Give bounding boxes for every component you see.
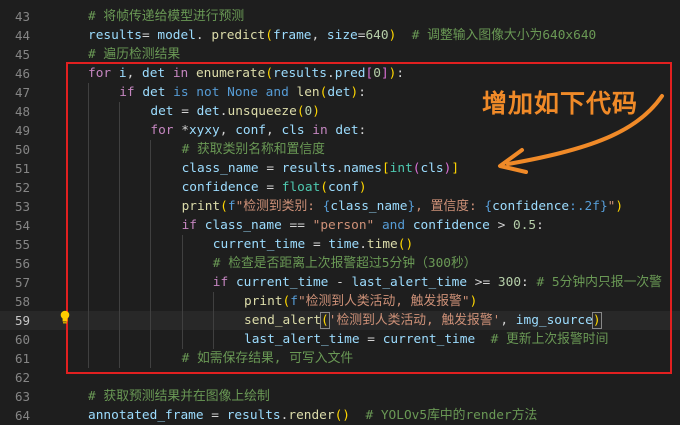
code-token: , bbox=[311, 28, 327, 43]
code-line[interactable]: 44 results= model. predict(frame, size=64… bbox=[0, 26, 680, 45]
code-text[interactable]: # 获取预测结果并在图像上绘制 bbox=[88, 387, 270, 406]
line-number: 46 bbox=[14, 66, 30, 81]
code-token: () bbox=[334, 408, 351, 423]
lightbulb-icon[interactable] bbox=[59, 310, 71, 324]
code-line[interactable]: 64 annotated_frame = results.render() # Y… bbox=[0, 406, 680, 425]
code-token: model bbox=[149, 28, 196, 43]
code-token: = bbox=[141, 28, 150, 43]
code-token: size bbox=[326, 28, 358, 43]
code-token: . bbox=[195, 28, 212, 43]
line-number: 43 bbox=[14, 9, 30, 24]
line-number: 60 bbox=[14, 332, 30, 347]
code-line[interactable]: 43 # 将帧传递给模型进行预测 bbox=[0, 7, 680, 26]
code-line[interactable]: 63 # 获取预测结果并在图像上绘制 bbox=[0, 387, 680, 406]
line-number: 44 bbox=[14, 28, 30, 43]
code-text[interactable]: results= model. predict(frame, size=640)… bbox=[88, 26, 596, 45]
code-text[interactable]: annotated_frame = results.render() # YOL… bbox=[88, 406, 537, 425]
line-number: 45 bbox=[14, 47, 30, 62]
code-token: # 遍历检测结果 bbox=[88, 47, 181, 62]
line-number: 58 bbox=[14, 294, 30, 309]
code-token: 640 bbox=[365, 28, 389, 43]
line-number: 57 bbox=[14, 275, 30, 290]
line-number: 51 bbox=[14, 161, 30, 176]
code-token: predict bbox=[211, 28, 266, 43]
code-token: = bbox=[203, 408, 227, 423]
code-token: ( bbox=[265, 28, 273, 43]
line-number: 54 bbox=[14, 218, 30, 233]
line-number: 59 bbox=[14, 313, 30, 328]
line-number: 53 bbox=[14, 199, 30, 214]
code-token: # YOLOv5库中的render方法 bbox=[365, 408, 538, 423]
code-token: results bbox=[88, 28, 142, 43]
code-token: render bbox=[288, 408, 335, 423]
line-number: 56 bbox=[14, 256, 30, 271]
line-number: 48 bbox=[14, 104, 30, 119]
code-token: # 将帧传递给模型进行预测 bbox=[88, 9, 245, 24]
code-token: # 调整输入图像大小为640x640 bbox=[411, 28, 597, 43]
line-number: 64 bbox=[14, 408, 30, 423]
annotation-label: 增加如下代码 bbox=[482, 89, 639, 118]
line-number: 52 bbox=[14, 180, 30, 195]
line-number: 49 bbox=[14, 123, 30, 138]
code-token: annotated_frame bbox=[88, 408, 204, 423]
code-token: results bbox=[226, 408, 281, 423]
line-number: 55 bbox=[14, 237, 30, 252]
line-number: 61 bbox=[14, 351, 30, 366]
code-text[interactable]: # 将帧传递给模型进行预测 bbox=[88, 7, 244, 26]
line-number: 47 bbox=[14, 85, 30, 100]
code-token: frame bbox=[272, 28, 312, 43]
line-number: 50 bbox=[14, 142, 30, 157]
line-number: 63 bbox=[14, 389, 30, 404]
line-number: 62 bbox=[14, 370, 30, 385]
code-token: # 获取预测结果并在图像上绘制 bbox=[88, 389, 270, 404]
